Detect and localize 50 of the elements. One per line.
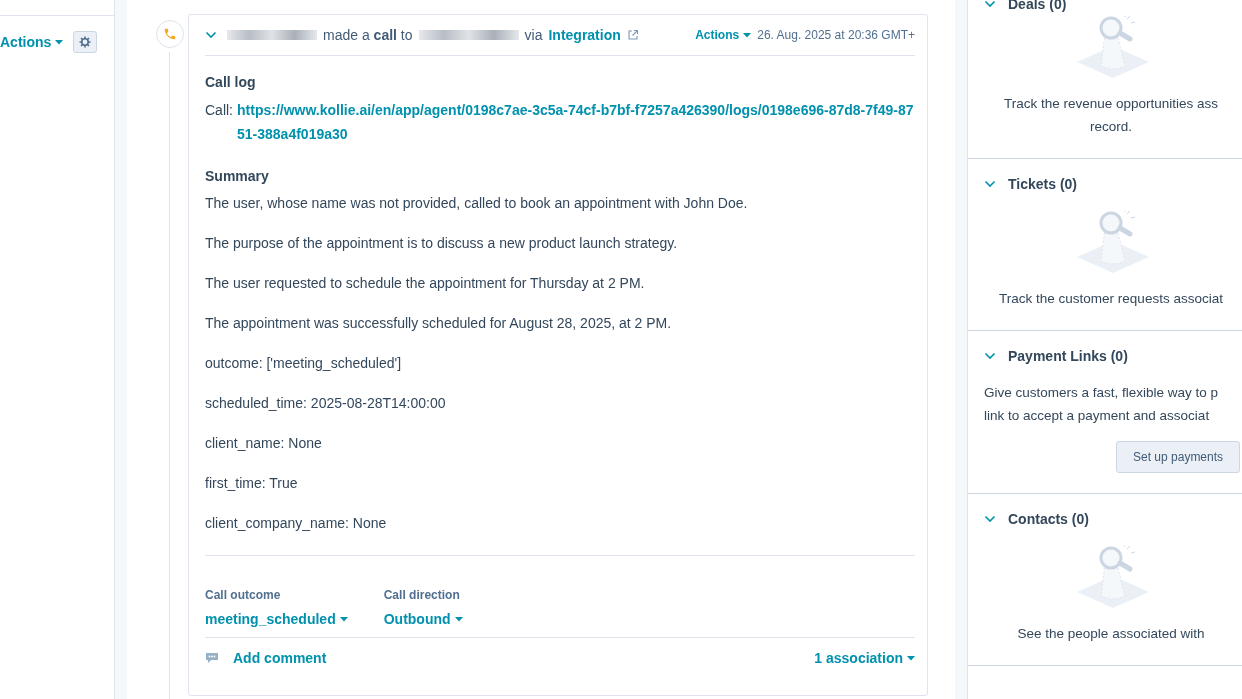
summary-text: The purpose of the appointment is to discuss a new product launch strategy. xyxy=(205,234,679,253)
chevron-icon[interactable] xyxy=(205,31,217,39)
associations-dropdown[interactable]: 1 association xyxy=(814,650,915,666)
timestamp: 26. Aug. 2025 at 20:36 GMT+ xyxy=(757,28,915,42)
settings-button[interactable] xyxy=(73,31,98,53)
property-dropdown[interactable]: Outbound xyxy=(383,611,463,627)
empty-state-text: See the people associated with xyxy=(1016,625,1206,643)
summary-text: client_company_name: None xyxy=(205,514,388,533)
summary-text: first_time: True xyxy=(205,474,299,493)
chevron-icon[interactable] xyxy=(984,180,996,188)
activity-headline: made a call to xyxy=(323,27,413,43)
actions-dropdown[interactable]: Actions xyxy=(695,28,752,42)
summary-text: scheduled_time: 2025-08-28T14:00:00 xyxy=(205,394,447,413)
caret-icon xyxy=(454,616,463,622)
chevron-icon[interactable] xyxy=(984,352,996,360)
caret-icon xyxy=(339,616,348,622)
section-title[interactable]: Tickets (0) xyxy=(1008,176,1077,192)
call-log-link[interactable]: https://www.kollie.ai/en/app/agent/0198c7ae-3c5a-74cf-b7bf-f7257a426390/logs/0198e696-87d8-7f49-8751-388a4f019a30 xyxy=(237,98,915,146)
caret-icon xyxy=(55,39,64,45)
empty-state-text: Track the revenue opportunities ass xyxy=(1002,95,1220,113)
section-heading: Call log xyxy=(205,74,257,90)
section-description: Give customers a fast, flexible way to p xyxy=(984,384,1220,402)
section-description: link to accept a payment and associat xyxy=(984,407,1211,425)
summary-text: The user, whose name was not provided, called to book an appointment with John Doe. xyxy=(205,194,749,213)
caret-icon xyxy=(907,655,915,661)
phone-icon xyxy=(155,20,184,48)
property-label: Call outcome xyxy=(205,588,282,602)
empty-state-text: Track the customer requests associat xyxy=(998,290,1224,308)
chevron-icon[interactable] xyxy=(984,0,996,8)
empty-state-text: record. xyxy=(1089,118,1133,136)
settings-icon xyxy=(79,36,92,48)
comment-icon xyxy=(205,652,219,664)
section-heading: Summary xyxy=(205,168,270,184)
section-title[interactable]: Payment Links (0) xyxy=(1008,348,1128,364)
summary-text: outcome: ['meeting_scheduled'] xyxy=(205,354,403,373)
external-link-icon[interactable] xyxy=(626,29,639,41)
summary-text: The appointment was successfully scheduled for August 28, 2025, at 2 PM. xyxy=(205,314,673,333)
set-up-payments-button[interactable]: Set up payments xyxy=(1116,441,1241,473)
via-text: via xyxy=(524,27,543,43)
property-label: Call direction xyxy=(383,588,461,602)
call-label: Call: xyxy=(205,101,233,120)
section-title[interactable]: Contacts (0) xyxy=(1008,511,1089,527)
chevron-icon[interactable] xyxy=(984,515,996,523)
add-comment-button[interactable]: Add comment xyxy=(233,650,327,666)
summary-text: client_name: None xyxy=(205,434,323,453)
integration-link[interactable]: Integration xyxy=(548,27,621,43)
property-dropdown[interactable]: meeting_scheduled xyxy=(205,611,348,627)
actions-dropdown[interactable]: Actions xyxy=(0,34,64,50)
caret-icon xyxy=(743,32,752,38)
summary-text: The user requested to schedule the appointment for Thursday at 2 PM. xyxy=(205,274,646,293)
